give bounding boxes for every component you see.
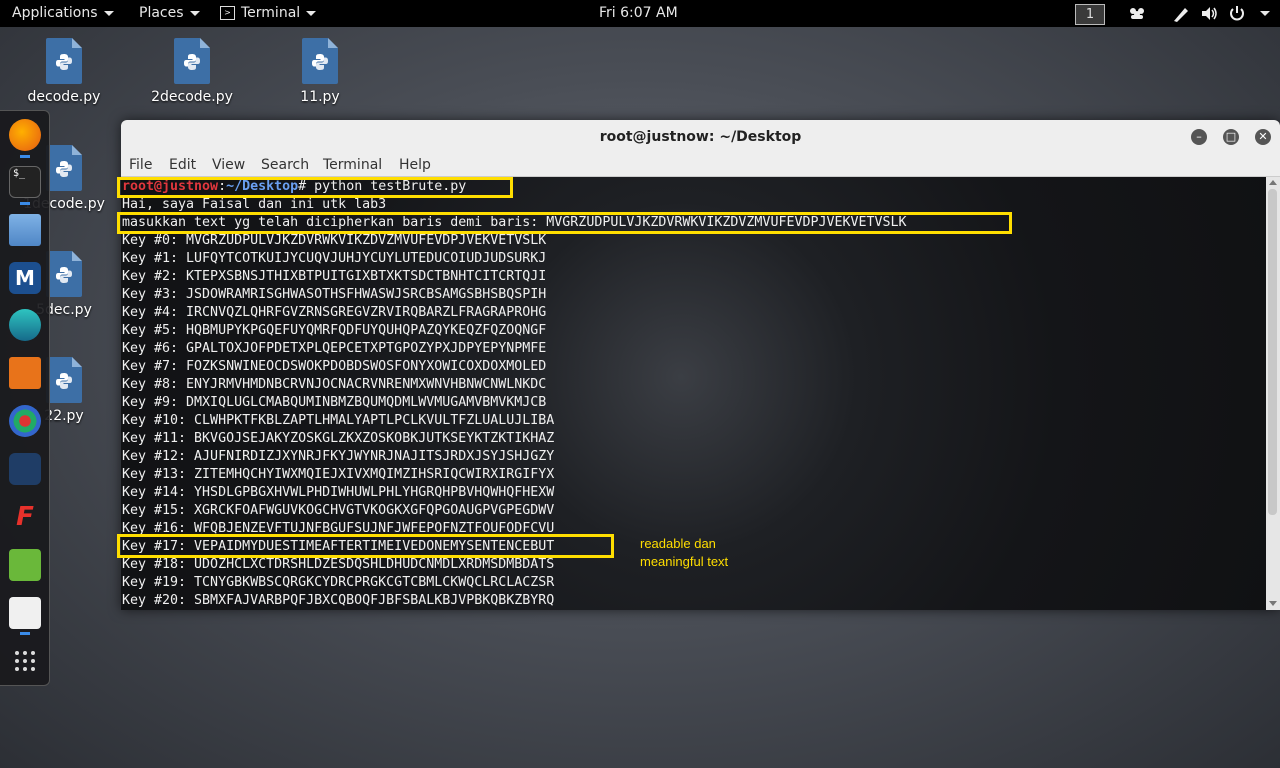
maltego-icon[interactable] (9, 405, 41, 437)
note-line: meaningful text (640, 554, 729, 569)
running-indicator (20, 155, 30, 158)
applications-menu[interactable]: Applications (12, 0, 114, 27)
terminal-menu-label: Terminal (241, 5, 301, 21)
applications-label: Applications (12, 5, 98, 21)
cherrytree-icon[interactable] (9, 597, 41, 629)
key-line: Key #0: MVGRZUDPULVJKZDVRWKVIKZDVZMVUFEV… (122, 233, 547, 248)
terminal-app-menu[interactable]: > Terminal (220, 0, 317, 27)
beef-icon[interactable] (9, 453, 41, 485)
metasploit-icon[interactable]: M (9, 262, 41, 294)
highlight-input (117, 212, 1012, 234)
running-indicator (20, 632, 30, 635)
key-line: Key #10: CLWHPKTFKBLZAPTLHMALYAPTLPCLKVU… (122, 413, 555, 428)
desktop-file-decode[interactable]: decode.py (14, 38, 114, 105)
key-line: Key #13: ZITEMHQCHYIWXMQIEJXIVXMQIMZIHSR… (122, 467, 555, 482)
files-icon[interactable] (9, 214, 41, 246)
python-file-icon (46, 357, 82, 403)
python-file-icon (174, 38, 210, 84)
key-line: Key #18: UDOZHCLXCTDRSHLDZESDQSHLDHUDCNM… (122, 557, 555, 572)
menu-search[interactable]: Search (261, 154, 309, 176)
power-icon[interactable] (1228, 0, 1246, 27)
leafpad-icon[interactable] (9, 549, 41, 581)
key-line: Key #5: HQBMUPYKPGQEFUYQMRFQDFUYQUHQPAZQ… (122, 323, 547, 338)
python-file-icon (302, 38, 338, 84)
file-name: decode.py (27, 89, 101, 105)
python-file-icon (46, 251, 82, 297)
places-label: Places (139, 5, 184, 21)
dock: $_ M F (0, 110, 50, 686)
key-line: Key #1: LUFQYTCOTKUIJYCUQVJUHJYCUYLUTEDU… (122, 251, 547, 266)
key-line: Key #12: AJUFNIRDIZJXYNRJFKYJWYNRJNAJITS… (122, 449, 555, 464)
maximize-icon[interactable]: □ (1223, 129, 1239, 145)
menu-edit[interactable]: Edit (169, 154, 196, 176)
scroll-up-icon[interactable] (1269, 180, 1277, 185)
places-menu[interactable]: Places (139, 0, 200, 27)
key-line: Key #7: FOZKSNWINEOCDSWOKPDOBDSWOSFONYXO… (122, 359, 547, 374)
terminal-icon[interactable]: $_ (9, 166, 41, 198)
scrollbar[interactable] (1266, 177, 1280, 610)
pen-icon[interactable] (1172, 0, 1190, 27)
key-line: Key #9: DMXIQLUGLCMABQUMINBMZBQUMQDMLWVM… (122, 395, 547, 410)
key-line: Key #14: YHSDLGPBGXHVWLPHDIWHUWLPHLYHGRQ… (122, 485, 555, 500)
terminal-menubar: File Edit View Search Terminal Help (121, 154, 1280, 177)
note-line: readable dan (640, 536, 716, 551)
key-line: Key #3: JSDOWRAMRISGHWASOTHSFHWASWJSRCBS… (122, 287, 547, 302)
terminal-small-icon: > (220, 6, 235, 20)
chevron-down-icon (306, 10, 317, 16)
key-line: Key #2: KTEPXSBNSJTHIXBTPUITGIXBTXKTSDCT… (122, 269, 547, 284)
file-name: 11.py (300, 89, 340, 105)
armitage-icon[interactable] (9, 309, 41, 341)
python-file-icon (46, 145, 82, 191)
annotation-note: readable dan meaningful text (640, 535, 728, 571)
scrollbar-thumb[interactable] (1268, 189, 1277, 515)
desktop-file-2decode[interactable]: 2decode.py (142, 38, 242, 105)
scroll-down-icon[interactable] (1269, 601, 1277, 606)
chevron-down-icon[interactable] (1260, 11, 1270, 16)
show-apps-icon[interactable] (9, 645, 41, 677)
faraday-icon[interactable]: F (9, 501, 41, 533)
key-line: Key #20: SBMXFAJVARBPQFJBXCQBOQFJBFSBALK… (122, 593, 555, 608)
chevron-down-icon (103, 10, 114, 16)
burpsuite-icon[interactable] (9, 357, 41, 389)
clock[interactable]: Fri 6:07 AM (599, 0, 678, 27)
firefox-icon[interactable] (9, 119, 41, 151)
close-icon[interactable]: ✕ (1255, 129, 1271, 145)
window-title[interactable]: root@justnow: ~/Desktop (121, 120, 1280, 154)
key-line: Key #4: IRCNVQZLQHRFGVZRNSGREGVZRVIRQBAR… (122, 305, 547, 320)
top-panel: Applications Places > Terminal Fri 6:07 A… (0, 0, 1280, 27)
highlight-key17 (117, 534, 614, 558)
people-icon[interactable] (1128, 0, 1146, 27)
running-indicator (20, 202, 30, 205)
key-line: Key #19: TCNYGBKWBSCQRGKCYDRCPRGKCGTCBML… (122, 575, 555, 590)
key-line: Key #6: GPALTOXJOFPDETXPLQEPCETXPTGPOZYP… (122, 341, 547, 356)
minimize-icon[interactable]: – (1191, 129, 1207, 145)
menu-help[interactable]: Help (399, 154, 431, 176)
key-line: Key #8: ENYJRMVHMDNBCRVNJOCNACRVNRENMXWN… (122, 377, 547, 392)
menu-terminal[interactable]: Terminal (323, 154, 382, 176)
menu-view[interactable]: View (212, 154, 245, 176)
desktop-file-11[interactable]: 11.py (270, 38, 370, 105)
python-file-icon (46, 38, 82, 84)
volume-icon[interactable] (1200, 0, 1218, 27)
chevron-down-icon (189, 10, 200, 16)
file-name: 2decode.py (151, 89, 233, 105)
workspace-indicator[interactable]: 1 (1075, 4, 1105, 25)
key-line: Key #11: BKVGOJSEJAKYZOSKGLZKXZOSKOBKJUT… (122, 431, 555, 446)
highlight-command (117, 177, 513, 198)
key-line: Key #15: XGRCKFOAFWGUVKOGCHVGTVKOGKXGFQP… (122, 503, 555, 518)
menu-file[interactable]: File (129, 154, 152, 176)
